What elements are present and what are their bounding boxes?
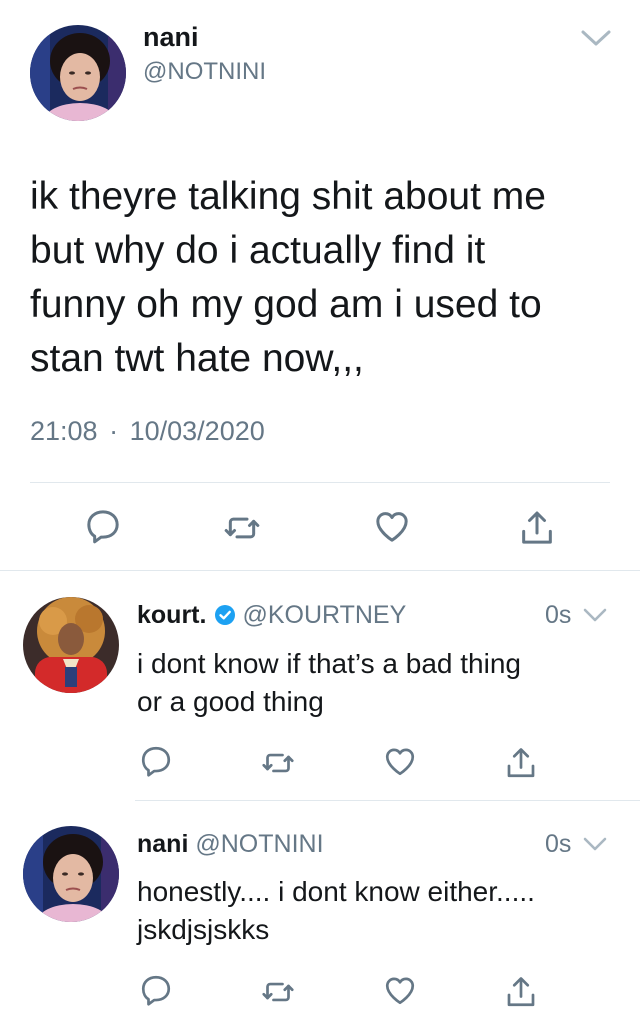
reply-text: honestly.... i dont know either..... jsk… [137,876,535,945]
reply-text: i dont know if that’s a bad thing or a g… [137,648,521,717]
reply-author-handle[interactable]: @NOTNINI [195,830,323,858]
reply-icon[interactable] [138,743,174,779]
chevron-down-icon[interactable] [582,604,608,626]
retweet-icon[interactable] [260,974,296,1010]
reply-author-name[interactable]: kourt. [137,601,206,629]
like-icon[interactable] [382,743,418,779]
reply-icon[interactable] [83,506,123,546]
chevron-down-icon[interactable] [580,24,612,52]
reply-author-name[interactable]: nani [137,830,188,858]
retweet-icon[interactable] [222,508,262,548]
verified-badge-icon [214,602,236,625]
reply-header: kourt. @KOURTNEY [137,599,406,631]
like-icon[interactable] [382,972,418,1008]
reply-header: nani @NOTNINI [137,828,324,860]
meta-separator: · [109,416,119,446]
chevron-down-icon[interactable] [582,833,608,855]
share-icon[interactable] [503,745,539,781]
tweet-date: 10/03/2020 [129,416,265,446]
tweet-time: 21:08 [30,416,98,446]
divider [30,482,610,483]
divider [135,800,640,801]
reply-author-handle[interactable]: @KOURTNEY [242,601,406,629]
reply-avatar[interactable] [23,826,119,922]
reply-avatar[interactable] [23,597,119,693]
tweet-timestamp: 21:08 · 10/03/2020 [30,414,265,448]
tweet-text: ik theyre talking shit about me but why … [30,175,546,380]
divider [0,570,640,571]
author-handle[interactable]: @NOTNINI [143,57,266,87]
reply-time: 0s [545,601,572,629]
share-icon[interactable] [517,508,557,548]
reply-icon[interactable] [138,972,174,1008]
reply-time: 0s [545,830,572,858]
retweet-icon[interactable] [260,745,296,781]
author-name[interactable]: nani [143,20,199,54]
like-icon[interactable] [372,506,412,546]
share-icon[interactable] [503,974,539,1010]
author-avatar[interactable] [30,25,126,121]
